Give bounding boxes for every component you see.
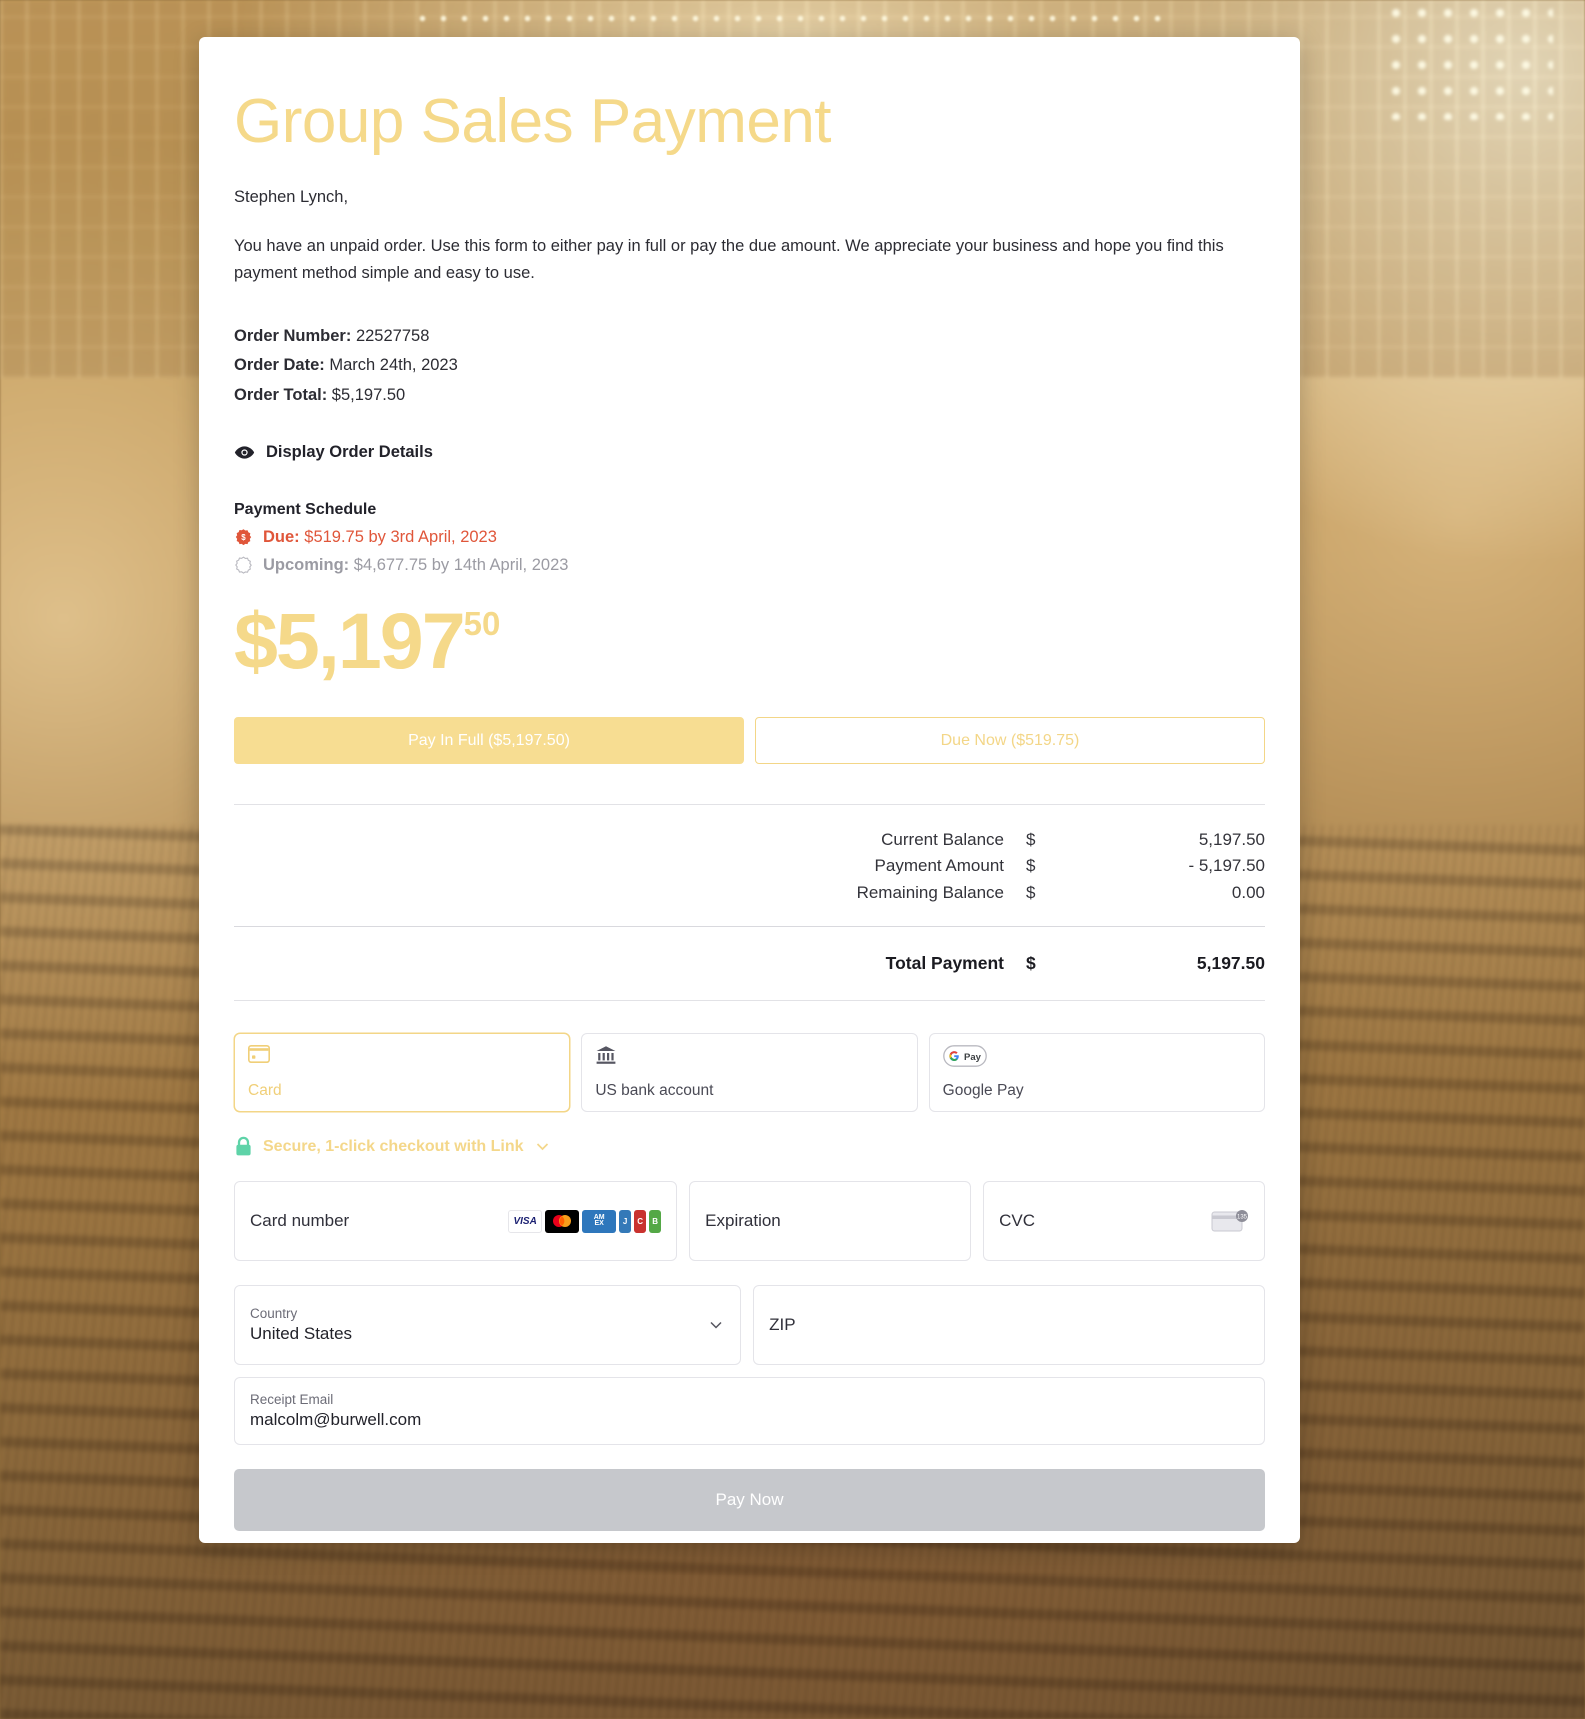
- upcoming-badge-icon: [234, 556, 253, 575]
- due-now-button[interactable]: Due Now ($519.75): [755, 717, 1265, 764]
- cvc-placeholder: CVC: [999, 1211, 1035, 1231]
- receipt-email-field[interactable]: Receipt Email malcolm@burwell.com: [234, 1377, 1265, 1445]
- country-label: Country: [250, 1306, 297, 1321]
- order-number-value: 22527758: [356, 327, 429, 345]
- card-number-placeholder: Card number: [250, 1211, 349, 1231]
- amount-cents: 50: [464, 607, 501, 640]
- total-payment-value: 5,197.50: [1060, 950, 1265, 977]
- card-brand-icons: VISA AMEX J C B: [508, 1210, 661, 1233]
- order-date-row: Order Date: March 24th, 2023: [234, 351, 1265, 381]
- order-total-label: Order Total:: [234, 386, 327, 404]
- payment-card: Group Sales Payment Stephen Lynch, You h…: [199, 37, 1300, 1543]
- intro-paragraph: You have an unpaid order. Use this form …: [234, 233, 1262, 286]
- amount-main: $5,197: [234, 601, 464, 680]
- country-select[interactable]: Country United States: [234, 1285, 741, 1365]
- credit-card-icon: [248, 1045, 270, 1063]
- current-balance-currency: $: [1004, 827, 1060, 853]
- order-total-value: $5,197.50: [332, 386, 405, 404]
- expiration-field[interactable]: Expiration: [689, 1181, 971, 1261]
- chevron-down-icon: [708, 1317, 724, 1333]
- greeting-text: Stephen Lynch,: [234, 188, 1265, 207]
- payment-method-google-pay-label: Google Pay: [943, 1082, 1251, 1100]
- remaining-balance-currency: $: [1004, 880, 1060, 906]
- payment-method-us-bank-account[interactable]: US bank account: [581, 1033, 917, 1112]
- payment-method-card[interactable]: Card: [234, 1033, 570, 1112]
- card-number-field[interactable]: Card number VISA AMEX J C B: [234, 1181, 677, 1261]
- link-checkout-toggle[interactable]: Secure, 1-click checkout with Link: [234, 1136, 551, 1157]
- ceiling-lights: [412, 8, 1173, 34]
- cvc-hint-icon: 135: [1211, 1209, 1249, 1234]
- amount-display: $5,19750: [234, 601, 500, 680]
- due-label: Due:: [263, 528, 300, 546]
- upcoming-text: $4,677.75 by 14th April, 2023: [354, 556, 569, 574]
- due-text: $519.75 by 3rd April, 2023: [304, 528, 497, 546]
- order-summary: Order Number: 22527758 Order Date: March…: [234, 322, 1265, 411]
- chevron-down-icon: [534, 1138, 551, 1155]
- due-badge-icon: $: [234, 528, 253, 547]
- zip-placeholder: ZIP: [769, 1315, 795, 1335]
- table-row: Payment Amount $ - 5,197.50: [234, 853, 1265, 879]
- total-payment-label: Total Payment: [674, 950, 1004, 977]
- country-value: United States: [250, 1324, 352, 1344]
- total-payment-row: Total Payment $ 5,197.50: [234, 926, 1265, 977]
- schedule-upcoming-row: Upcoming: $4,677.75 by 14th April, 2023: [234, 556, 1265, 575]
- svg-text:135: 135: [1237, 1214, 1248, 1220]
- amex-icon: AMEX: [582, 1210, 616, 1233]
- page-title: Group Sales Payment: [234, 89, 1265, 154]
- remaining-balance-value: 0.00: [1060, 880, 1265, 906]
- eye-icon: [234, 442, 255, 463]
- payment-amount-label: Payment Amount: [674, 853, 1004, 879]
- jcb-icon: B: [649, 1210, 661, 1233]
- chandelier: [1383, 0, 1553, 120]
- jcb-icon: J: [619, 1210, 631, 1233]
- current-balance-label: Current Balance: [674, 827, 1004, 853]
- display-order-details-label: Display Order Details: [266, 443, 433, 462]
- table-row: Current Balance $ 5,197.50: [234, 827, 1265, 853]
- cvc-field[interactable]: CVC 135: [983, 1181, 1265, 1261]
- payment-schedule-heading: Payment Schedule: [234, 501, 1265, 519]
- payment-amount-value: - 5,197.50: [1060, 853, 1265, 879]
- payment-amount-currency: $: [1004, 853, 1060, 879]
- zip-field[interactable]: ZIP: [753, 1285, 1265, 1365]
- payment-method-tabs: Card US bank account Pay Google P: [234, 1033, 1265, 1112]
- payment-method-card-label: Card: [248, 1082, 556, 1100]
- payment-method-google-pay[interactable]: Pay Google Pay: [929, 1033, 1265, 1112]
- total-payment-currency: $: [1004, 950, 1060, 977]
- google-pay-icon: Pay: [943, 1045, 987, 1067]
- bank-icon: [595, 1045, 617, 1065]
- payment-method-us-bank-account-label: US bank account: [595, 1082, 903, 1100]
- totals-table: Current Balance $ 5,197.50 Payment Amoun…: [234, 804, 1265, 1001]
- order-number-row: Order Number: 22527758: [234, 322, 1265, 352]
- remaining-balance-label: Remaining Balance: [674, 880, 1004, 906]
- current-balance-value: 5,197.50: [1060, 827, 1265, 853]
- pay-in-full-button[interactable]: Pay In Full ($5,197.50): [234, 717, 744, 764]
- order-date-label: Order Date:: [234, 356, 325, 374]
- expiration-placeholder: Expiration: [705, 1211, 781, 1231]
- link-checkout-label: Secure, 1-click checkout with Link: [263, 1138, 524, 1156]
- pay-now-button[interactable]: Pay Now: [234, 1469, 1265, 1531]
- address-fields-row: Country United States ZIP: [234, 1285, 1265, 1365]
- totals-divider: [234, 1000, 1265, 1001]
- display-order-details-toggle[interactable]: Display Order Details: [234, 442, 433, 463]
- order-number-label: Order Number:: [234, 327, 351, 345]
- svg-text:Pay: Pay: [964, 1052, 982, 1063]
- card-fields-row: Card number VISA AMEX J C B Expiration: [234, 1181, 1265, 1261]
- upcoming-label: Upcoming:: [263, 556, 349, 574]
- schedule-due-row: $ Due: $519.75 by 3rd April, 2023: [234, 528, 1265, 547]
- receipt-email-value: malcolm@burwell.com: [250, 1410, 421, 1430]
- receipt-email-label: Receipt Email: [250, 1392, 333, 1407]
- visa-icon: VISA: [508, 1210, 542, 1233]
- pay-amount-toggle: Pay In Full ($5,197.50) Due Now ($519.75…: [234, 717, 1265, 764]
- jcb-icon: C: [634, 1210, 646, 1233]
- table-row: Remaining Balance $ 0.00: [234, 880, 1265, 906]
- order-total-row: Order Total: $5,197.50: [234, 381, 1265, 411]
- order-date-value: March 24th, 2023: [329, 356, 457, 374]
- svg-text:$: $: [241, 533, 246, 542]
- lock-icon: [234, 1136, 253, 1157]
- mastercard-icon: [545, 1210, 579, 1233]
